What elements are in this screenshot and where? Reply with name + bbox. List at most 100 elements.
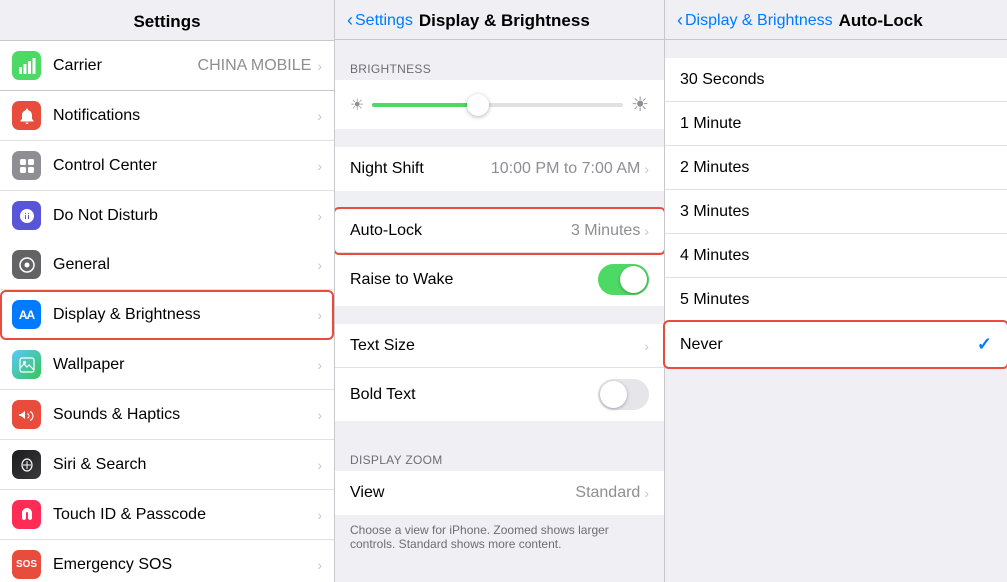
autolock-option-2-minutes[interactable]: 2 Minutes <box>665 146 1007 190</box>
sidebar-item-touch-id[interactable]: Touch ID & Passcode › <box>0 490 334 540</box>
auto-lock-label: Auto-Lock <box>350 222 571 240</box>
wallpaper-label: Wallpaper <box>53 356 315 374</box>
sidebar-item-sounds-haptics[interactable]: Sounds & Haptics › <box>0 390 334 440</box>
do-not-disturb-label: Do Not Disturb <box>53 207 315 225</box>
text-section: Text Size › Bold Text <box>335 324 664 421</box>
notifications-label: Notifications <box>53 107 315 125</box>
brightness-slider-thumb[interactable] <box>467 94 489 116</box>
sidebar-item-control-center[interactable]: Control Center › <box>0 141 334 191</box>
back-to-display-button[interactable]: ‹ Display & Brightness <box>677 10 833 31</box>
brightness-section: ☀ ☀ <box>335 80 664 129</box>
carrier-value: CHINA MOBILE <box>198 57 312 75</box>
raise-to-wake-toggle[interactable] <box>598 264 649 295</box>
sounds-haptics-label: Sounds & Haptics <box>53 406 315 424</box>
sidebar-item-do-not-disturb[interactable]: Do Not Disturb › <box>0 191 334 240</box>
carrier-chevron: › <box>317 58 322 74</box>
night-shift-row[interactable]: Night Shift 10:00 PM to 7:00 AM › <box>335 147 664 191</box>
right-panel: ‹ Display & Brightness Auto-Lock 30 Seco… <box>665 0 1007 582</box>
settings-section-2: General › AA Display & Brightness › Wall… <box>0 240 334 582</box>
control-center-label: Control Center <box>53 157 315 175</box>
wallpaper-icon <box>12 350 41 379</box>
text-size-chevron: › <box>644 338 649 354</box>
autolock-section: Auto-Lock 3 Minutes › Raise to Wake <box>335 209 664 306</box>
view-chevron: › <box>644 485 649 501</box>
left-panel: Settings Carrier CHINA MOBILE › <box>0 0 335 582</box>
raise-to-wake-label: Raise to Wake <box>350 271 598 289</box>
autolock-option-never[interactable]: Never✓ <box>665 322 1007 367</box>
autolock-option-4-minutes[interactable]: 4 Minutes <box>665 234 1007 278</box>
siri-search-label: Siri & Search <box>53 456 315 474</box>
view-row[interactable]: View Standard › <box>335 471 664 515</box>
night-shift-value: 10:00 PM to 7:00 AM <box>491 160 640 178</box>
general-label: General <box>53 256 315 274</box>
brightness-slider-track <box>372 103 623 107</box>
display-brightness-icon: AA <box>12 300 41 329</box>
text-size-label: Text Size <box>350 337 644 355</box>
emergency-sos-chevron: › <box>317 557 322 573</box>
autolock-option-30-seconds[interactable]: 30 Seconds <box>665 58 1007 102</box>
autolock-options-list: 30 Seconds1 Minute 2 Minutes 3 Minutes 4 Mi… <box>665 58 1007 367</box>
autolock-option-label-2-minutes: 2 Minutes <box>680 159 992 177</box>
middle-panel-header: ‹ Settings Display & Brightness <box>335 0 664 40</box>
display-zoom-section: View Standard › <box>335 471 664 515</box>
auto-lock-row[interactable]: Auto-Lock 3 Minutes › <box>335 209 664 253</box>
do-not-disturb-chevron: › <box>317 208 322 224</box>
sidebar-item-display-brightness[interactable]: AA Display & Brightness › <box>0 290 334 340</box>
autolock-checkmark: ✓ <box>977 334 992 355</box>
night-shift-section: Night Shift 10:00 PM to 7:00 AM › <box>335 147 664 191</box>
control-center-icon <box>12 151 41 180</box>
sun-small-icon: ☀ <box>350 95 364 115</box>
bold-text-row[interactable]: Bold Text <box>335 368 664 421</box>
back-to-settings-button[interactable]: ‹ Settings <box>347 10 413 31</box>
autolock-option-5-minutes[interactable]: 5 Minutes <box>665 278 1007 322</box>
night-shift-chevron: › <box>644 161 649 177</box>
carrier-icon <box>12 51 41 80</box>
view-value: Standard <box>575 484 640 502</box>
siri-search-chevron: › <box>317 457 322 473</box>
bold-text-toggle[interactable] <box>598 379 649 410</box>
autolock-option-label-never: Never <box>680 336 977 354</box>
display-brightness-chevron: › <box>317 307 322 323</box>
brightness-row: ☀ ☀ <box>335 80 664 129</box>
back-chevron-icon: ‹ <box>347 10 353 31</box>
right-panel-title: Auto-Lock <box>839 11 923 31</box>
autolock-option-label-5-minutes: 5 Minutes <box>680 291 992 309</box>
emergency-sos-icon: SOS <box>12 550 41 579</box>
display-brightness-label: Display & Brightness <box>53 306 315 324</box>
autolock-option-3-minutes[interactable]: 3 Minutes <box>665 190 1007 234</box>
right-panel-header: ‹ Display & Brightness Auto-Lock <box>665 0 1007 40</box>
notifications-icon <box>12 101 41 130</box>
sidebar-item-siri-search[interactable]: Siri & Search › <box>0 440 334 490</box>
brightness-slider-fill <box>372 103 477 107</box>
middle-panel: ‹ Settings Display & Brightness BRIGHTNE… <box>335 0 665 582</box>
right-back-label: Display & Brightness <box>685 12 833 30</box>
settings-title: Settings <box>0 0 334 41</box>
touch-id-label: Touch ID & Passcode <box>53 506 315 524</box>
bold-text-label: Bold Text <box>350 386 598 404</box>
raise-to-wake-row[interactable]: Raise to Wake <box>335 253 664 306</box>
general-icon <box>12 250 41 279</box>
auto-lock-value: 3 Minutes <box>571 222 640 240</box>
carrier-label: Carrier <box>53 57 198 75</box>
sounds-haptics-chevron: › <box>317 407 322 423</box>
autolock-option-label-4-minutes: 4 Minutes <box>680 247 992 265</box>
touch-id-chevron: › <box>317 507 322 523</box>
sidebar-item-wallpaper[interactable]: Wallpaper › <box>0 340 334 390</box>
view-label: View <box>350 484 575 502</box>
autolock-option-1-minute[interactable]: 1 Minute <box>665 102 1007 146</box>
text-size-row[interactable]: Text Size › <box>335 324 664 368</box>
sounds-haptics-icon <box>12 400 41 429</box>
display-zoom-header: DISPLAY ZOOM <box>335 439 664 471</box>
brightness-section-header: BRIGHTNESS <box>335 48 664 80</box>
wallpaper-chevron: › <box>317 357 322 373</box>
sidebar-item-emergency-sos[interactable]: SOS Emergency SOS › <box>0 540 334 582</box>
notifications-chevron: › <box>317 108 322 124</box>
middle-panel-title: Display & Brightness <box>419 11 590 31</box>
sidebar-item-notifications[interactable]: Notifications › <box>0 91 334 141</box>
control-center-chevron: › <box>317 158 322 174</box>
back-label: Settings <box>355 12 413 30</box>
siri-search-icon <box>12 450 41 479</box>
sidebar-item-general[interactable]: General › <box>0 240 334 290</box>
do-not-disturb-icon <box>12 201 41 230</box>
carrier-item[interactable]: Carrier CHINA MOBILE › <box>0 41 334 90</box>
